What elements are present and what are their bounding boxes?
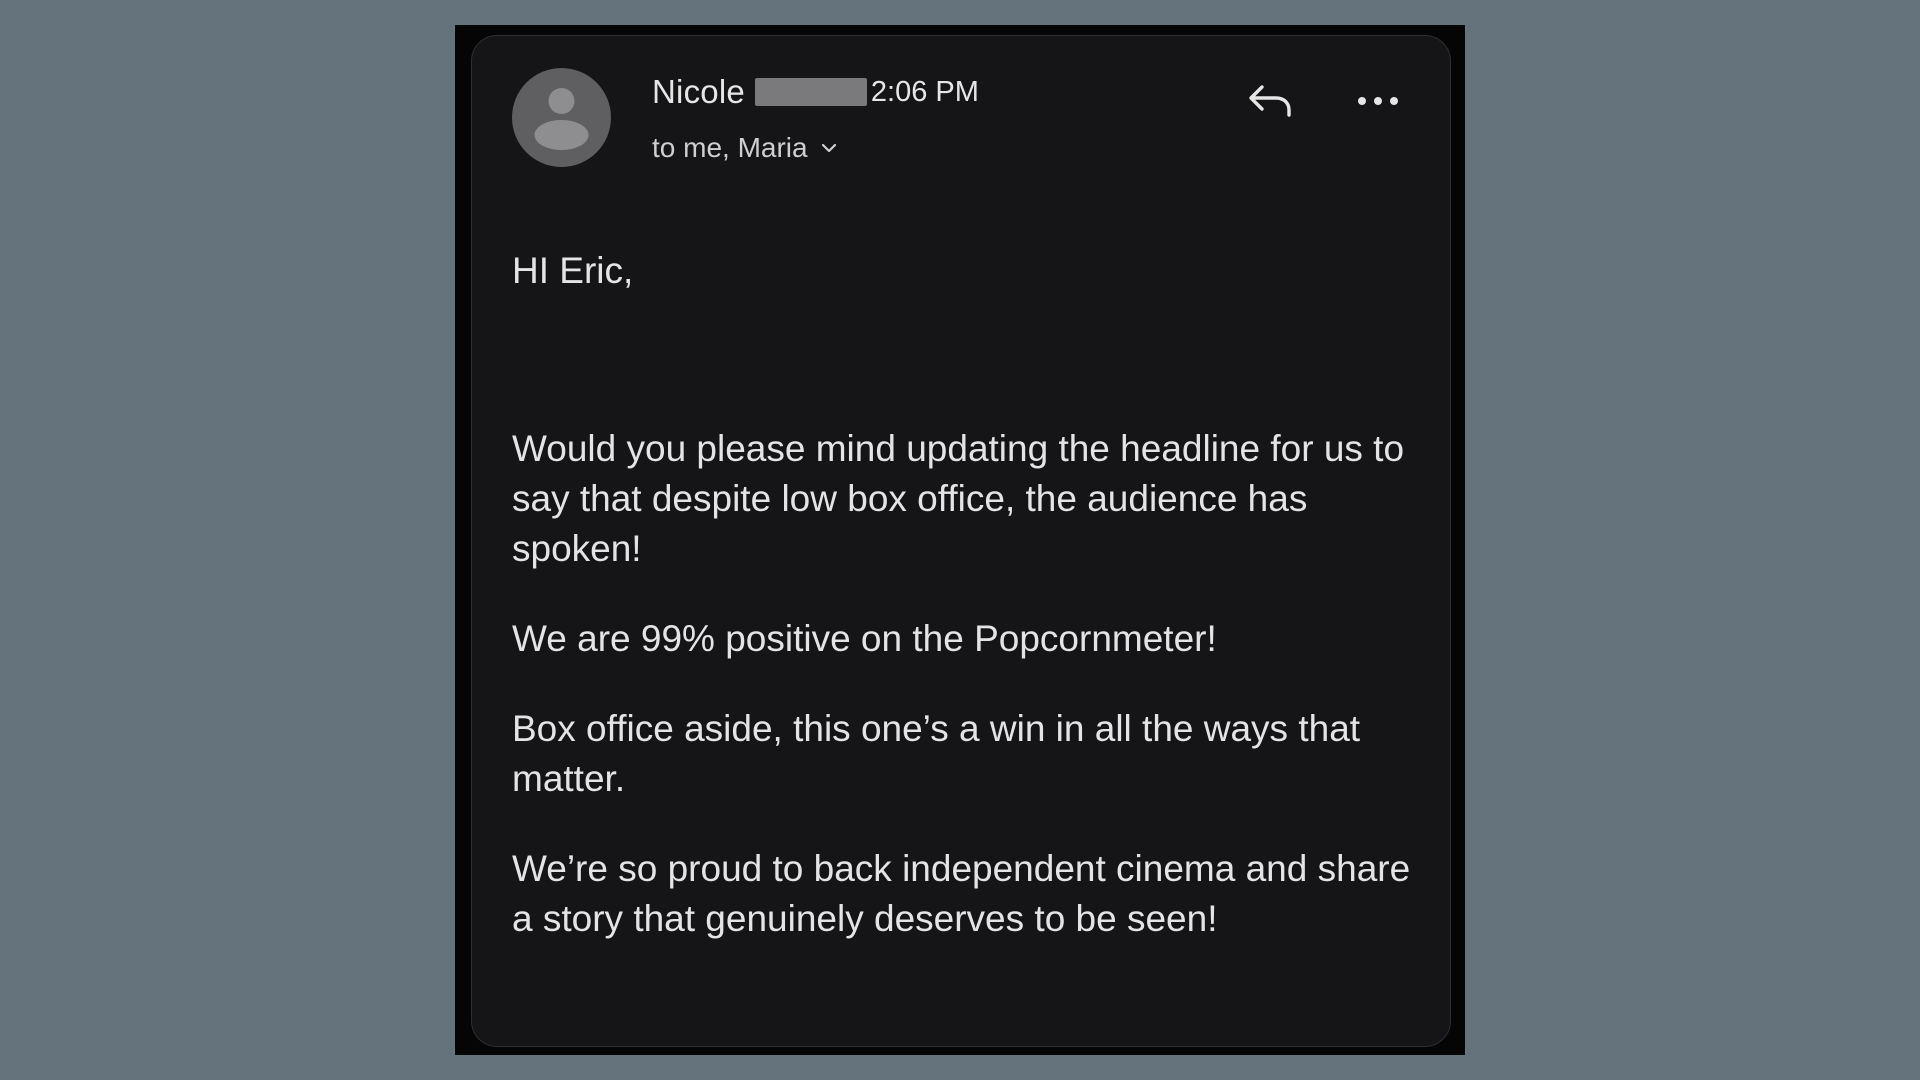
more-options-button[interactable]: [1350, 76, 1406, 126]
sender-name[interactable]: Nicole: [652, 73, 745, 111]
email-paragraph: Would you please mind updating the headl…: [512, 428, 1405, 569]
more-options-icon: [1358, 97, 1398, 105]
recipients-label: to me, Maria: [652, 132, 808, 163]
recipients-toggle[interactable]: to me, Maria: [652, 128, 838, 168]
reply-icon: [1249, 85, 1291, 117]
sender-avatar[interactable]: [512, 68, 611, 167]
sender-line: Nicole 2:06 PM: [652, 70, 979, 114]
chevron-down-icon: [820, 142, 838, 154]
redacted-surname: [754, 78, 867, 106]
email-card: Nicole 2:06 PM to me, Maria HI Eric, Wou…: [471, 35, 1451, 1047]
email-paragraph: We’re so proud to back independent cinem…: [512, 848, 1411, 939]
screenshot-frame: Nicole 2:06 PM to me, Maria HI Eric, Wou…: [455, 25, 1465, 1055]
reply-button[interactable]: [1242, 76, 1298, 126]
email-paragraph: Box office aside, this one’s a win in al…: [512, 708, 1361, 799]
email-body: HI Eric, Would you please mind updating …: [512, 246, 1427, 984]
email-greeting: HI Eric,: [512, 250, 634, 291]
person-icon: [534, 88, 589, 150]
email-paragraph: We are 99% positive on the Popcornmeter!: [512, 618, 1217, 659]
timestamp: 2:06 PM: [870, 75, 979, 108]
